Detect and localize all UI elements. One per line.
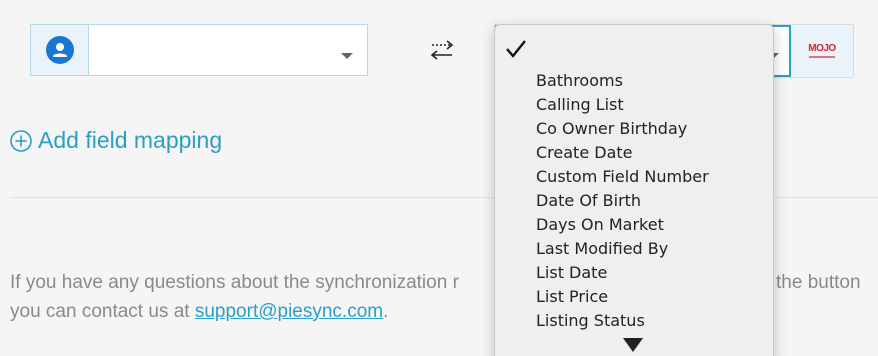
help-text-line-1-start: If you have any questions about the sync… [10,272,459,293]
dropdown-options-list: Bathrooms Calling List Co Owner Birthday Cr… [495,69,773,333]
source-field-value[interactable] [89,25,367,75]
dropdown-option[interactable]: Custom Field Number [495,165,773,189]
dropdown-option[interactable]: Date Of Birth [495,189,773,213]
plus-circle-icon [10,129,32,152]
dropdown-option[interactable]: Co Owner Birthday [495,117,773,141]
target-field-dropdown-menu[interactable]: Bathrooms Calling List Co Owner Birthday Cr… [494,24,774,356]
mojo-logo: MOJO [808,43,836,58]
help-text-line-2-prefix: you can contact us at [10,301,195,322]
dropdown-option[interactable]: Last Modified By [495,237,773,261]
scroll-down-arrow-icon[interactable] [623,338,643,352]
dropdown-option[interactable]: Create Date [495,141,773,165]
dropdown-option[interactable]: List Date [495,261,773,285]
support-email-link[interactable]: support@piesync.com [195,301,383,322]
user-icon [45,36,74,64]
help-text-line-2-suffix: . [383,301,389,322]
add-field-mapping-label: Add field mapping [38,127,223,153]
dropdown-option[interactable]: Bathrooms [495,69,773,93]
source-field-select[interactable] [30,24,368,76]
dropdown-option[interactable]: Calling List [495,93,773,117]
dropdown-option[interactable]: Days On Market [495,213,773,237]
target-app-logo-box: MOJO [791,25,853,77]
dropdown-option[interactable]: Listing Status [495,309,773,333]
swap-arrows-icon[interactable] [427,36,457,64]
mojo-logo-text: MOJO [808,43,836,54]
dropdown-option[interactable]: List Price [495,285,773,309]
checkmark-icon[interactable] [504,37,528,61]
page: MOJO Add field mapping If you have any q… [0,0,878,356]
chevron-down-icon[interactable] [341,53,353,59]
help-text-line-1-end: the button [776,272,861,293]
source-app-icon-box [31,25,89,75]
add-field-mapping-button[interactable]: Add field mapping [10,127,222,154]
